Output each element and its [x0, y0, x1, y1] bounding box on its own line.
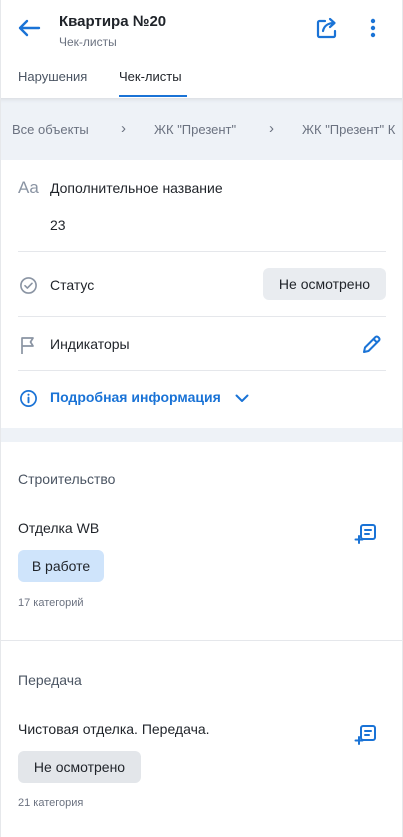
- add-note-icon: [354, 522, 378, 551]
- section-spacer: [1, 428, 402, 442]
- more-options-button[interactable]: [361, 15, 385, 45]
- indicators-label: Индикаторы: [50, 336, 130, 352]
- category-count: 17 категорий: [18, 597, 84, 609]
- chevron-down-icon[interactable]: [234, 391, 250, 405]
- active-tab-indicator: [119, 95, 187, 97]
- text-format-icon: Aa: [18, 178, 39, 197]
- status-badge: Не осмотрено: [18, 751, 141, 783]
- category-count: 21 категория: [18, 797, 84, 809]
- checklist-title[interactable]: Чистовая отделка. Передача.: [18, 721, 210, 737]
- breadcrumb-item-building[interactable]: ЖК "Презент" К: [302, 122, 395, 137]
- section-title-handover: Передача: [18, 672, 82, 688]
- more-info-toggle[interactable]: Подробная информация: [50, 389, 221, 405]
- add-checklist-button[interactable]: [353, 724, 379, 750]
- breadcrumb-item-all-objects[interactable]: Все объекты: [12, 122, 89, 137]
- additional-name-label: Дополнительное название: [50, 180, 223, 196]
- check-circle-icon: [18, 275, 38, 295]
- arrow-left-icon: [17, 19, 41, 42]
- status-label: Статус: [50, 277, 95, 293]
- header: Квартира №20 Чек-листы: [1, 0, 402, 62]
- chevron-right-icon: ›: [121, 120, 126, 137]
- checklist-title[interactable]: Отделка WB: [18, 520, 99, 536]
- status-badge: В работе: [18, 550, 104, 582]
- divider: [18, 316, 386, 317]
- tab-bar: Нарушения Чек-листы: [1, 62, 402, 98]
- add-note-icon: [354, 723, 378, 752]
- edit-pencil-icon[interactable]: [359, 333, 383, 357]
- section-title-construction: Строительство: [18, 471, 116, 487]
- info-icon: [18, 388, 38, 408]
- add-checklist-button[interactable]: [353, 523, 379, 549]
- back-button[interactable]: [15, 16, 43, 44]
- share-button[interactable]: [312, 15, 342, 45]
- divider: [1, 640, 402, 641]
- tab-violations[interactable]: Нарушения: [18, 69, 87, 84]
- app-frame: Квартира №20 Чек-листы Нарушения Чек-лис…: [0, 0, 403, 837]
- share-icon: [314, 15, 340, 46]
- status-badge[interactable]: Не осмотрено: [263, 268, 386, 300]
- breadcrumb-item-complex[interactable]: ЖК "Презент": [154, 122, 236, 137]
- page-title: Квартира №20: [59, 13, 167, 30]
- tab-checklists[interactable]: Чек-листы: [119, 69, 182, 84]
- chevron-right-icon: ›: [269, 120, 274, 137]
- breadcrumb: Все объекты › ЖК "Презент" › ЖК "Презент…: [1, 98, 402, 160]
- more-vertical-icon: [370, 18, 376, 43]
- divider: [18, 370, 386, 371]
- flag-icon: [19, 335, 37, 355]
- page-subtitle: Чек-листы: [59, 35, 117, 49]
- divider: [18, 251, 386, 252]
- additional-name-value: 23: [50, 217, 66, 233]
